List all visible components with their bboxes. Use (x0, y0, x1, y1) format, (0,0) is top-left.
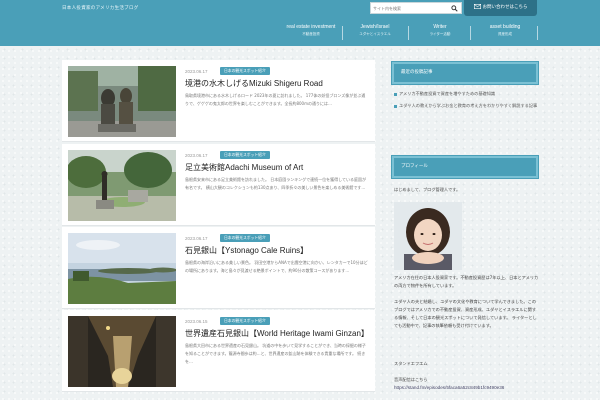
recent-post-label: ユダヤ人の教えから学ぶお金と教育の考え方をわかりやすく解説する記事 (399, 103, 538, 108)
nav-item-writer[interactable]: Writer ライター活動 (418, 24, 462, 42)
post-date: 2023.06.17 (185, 236, 208, 241)
post-card[interactable]: 2023.06.17 日本の観光スポット紹介 足立美術館Adachi Museu… (62, 144, 375, 226)
widget-title-profile: プロフィール (391, 155, 539, 179)
nav-item-real-estate[interactable]: real estate investment 不動産投資 (283, 24, 339, 42)
nav-label-en: Jewish/Israel (360, 24, 390, 30)
recent-post-link[interactable]: アメリカ不動産投資で資産を増やすための基礎知識 (394, 90, 540, 98)
nav-label-en: Writer (433, 24, 447, 30)
post-title[interactable]: 石見銀山【Ystonago Cale Ruins】 (185, 245, 370, 256)
mail-icon (473, 4, 481, 9)
search-box[interactable] (370, 2, 462, 14)
nav-item-jewish-israel[interactable]: Jewish/Israel ユダヤとイスラエル (350, 24, 400, 42)
stand-fm-sublabel: 音声配信はこちら (394, 377, 428, 382)
post-title[interactable]: 境港の水木しげるMizuki Shigeru Road (185, 78, 370, 89)
nav-divider (342, 26, 343, 40)
category-badge[interactable]: 日本の観光スポット紹介 (220, 151, 270, 159)
profile-paragraph: ユダヤ人の夫と結婚し、ユダヤの文化や教育について学んできました。このブログではア… (394, 299, 537, 328)
category-badge[interactable]: 日本の観光スポット紹介 (220, 317, 270, 325)
nav-divider (537, 26, 538, 40)
stand-fm-label: スタンドエフエム (394, 361, 428, 366)
bullet-icon (394, 104, 397, 108)
post-list: 2023.06.17 日本の観光スポット紹介 境港の水木しげるMizuki Sh… (62, 60, 375, 400)
nav-label-jp: ユダヤとイスラエル (359, 32, 391, 36)
contact-button[interactable]: お問い合わせはこちら (464, 0, 537, 16)
post-excerpt: 島根県大田市にある世界遺産の石見銀山。 坑道の中を歩いて見学することができ、当時… (185, 343, 366, 364)
post-excerpt: 島根県安来市にある足立美術館を訪れました。 日本庭園ランキングで連続一位を獲得し… (185, 177, 367, 190)
post-thumbnail[interactable] (68, 316, 176, 387)
site-title[interactable]: 日本人投資家のアメリカ生活ブログ (62, 5, 139, 11)
nav-label-en: real estate investment (286, 24, 336, 30)
post-thumbnail[interactable] (68, 233, 176, 304)
profile-intro: はじめまして、ブログ管理人です。 (394, 187, 461, 192)
site-header: 日本人投資家のアメリカ生活ブログ お問い合わせはこちら real estate … (0, 0, 600, 46)
post-title[interactable]: 世界遺産石見銀山【World Heritage Iwami Ginzan】 (185, 328, 370, 339)
post-excerpt: 島根県の海岸沿いにある美しい景色。 羽田空港からANAで出雲空港に向かい、レンタ… (185, 260, 368, 273)
recent-posts-list: アメリカ不動産投資で資産を増やすための基礎知識 ユダヤ人の教えから学ぶお金と教育… (394, 90, 540, 110)
post-card[interactable]: 2023.06.17 日本の観光スポット紹介 境港の水木しげるMizuki Sh… (62, 60, 375, 142)
category-badge[interactable]: 日本の観光スポット紹介 (220, 67, 270, 75)
search-icon[interactable] (451, 5, 458, 12)
nav-label-jp: 資産形成 (498, 32, 512, 36)
recent-post-link[interactable]: ユダヤ人の教えから学ぶお金と教育の考え方をわかりやすく解説する記事 (394, 102, 540, 110)
bullet-icon (394, 92, 397, 96)
post-card[interactable]: 2023.06.15 日本の観光スポット紹介 世界遺産石見銀山【World He… (62, 310, 375, 392)
nav-label-en: asset building (489, 24, 521, 30)
nav-divider (408, 26, 409, 40)
nav-label-jp: 不動産投資 (302, 32, 320, 36)
category-badge[interactable]: 日本の観光スポット紹介 (220, 234, 270, 242)
profile-paragraph: アメリカ在住の日本人投資家です。不動産投資歴は7年以上、日本とアメリカの両方で物… (394, 275, 539, 288)
post-date: 2023.06.17 (185, 69, 208, 74)
contact-button-label: お問い合わせはこちら (482, 5, 528, 10)
post-date: 2023.06.17 (185, 153, 208, 158)
profile-photo (394, 202, 462, 270)
post-excerpt: 鳥取県境港市にある水木しげるロード 2023年の夏に訪れました。 177体の妖怪… (185, 93, 366, 106)
post-thumbnail[interactable] (68, 66, 176, 137)
post-date: 2023.06.15 (185, 319, 208, 324)
nav-label-jp: ライター活動 (429, 32, 451, 36)
recent-post-label: アメリカ不動産投資で資産を増やすための基礎知識 (399, 91, 496, 96)
nav-divider (470, 26, 471, 40)
post-thumbnail[interactable] (68, 150, 176, 221)
post-title[interactable]: 足立美術館Adachi Museum of Art (185, 162, 370, 173)
search-input[interactable] (373, 4, 447, 13)
stand-fm-link[interactable]: https://stand.fm/episodes/5faca6a52c849b… (394, 384, 540, 392)
nav-item-asset-building[interactable]: asset building 資産形成 (480, 24, 530, 42)
widget-title-recent: 最近の投稿記事 (391, 61, 539, 85)
post-card[interactable]: 2023.06.17 日本の観光スポット紹介 石見銀山【Ystonago Cal… (62, 227, 375, 309)
